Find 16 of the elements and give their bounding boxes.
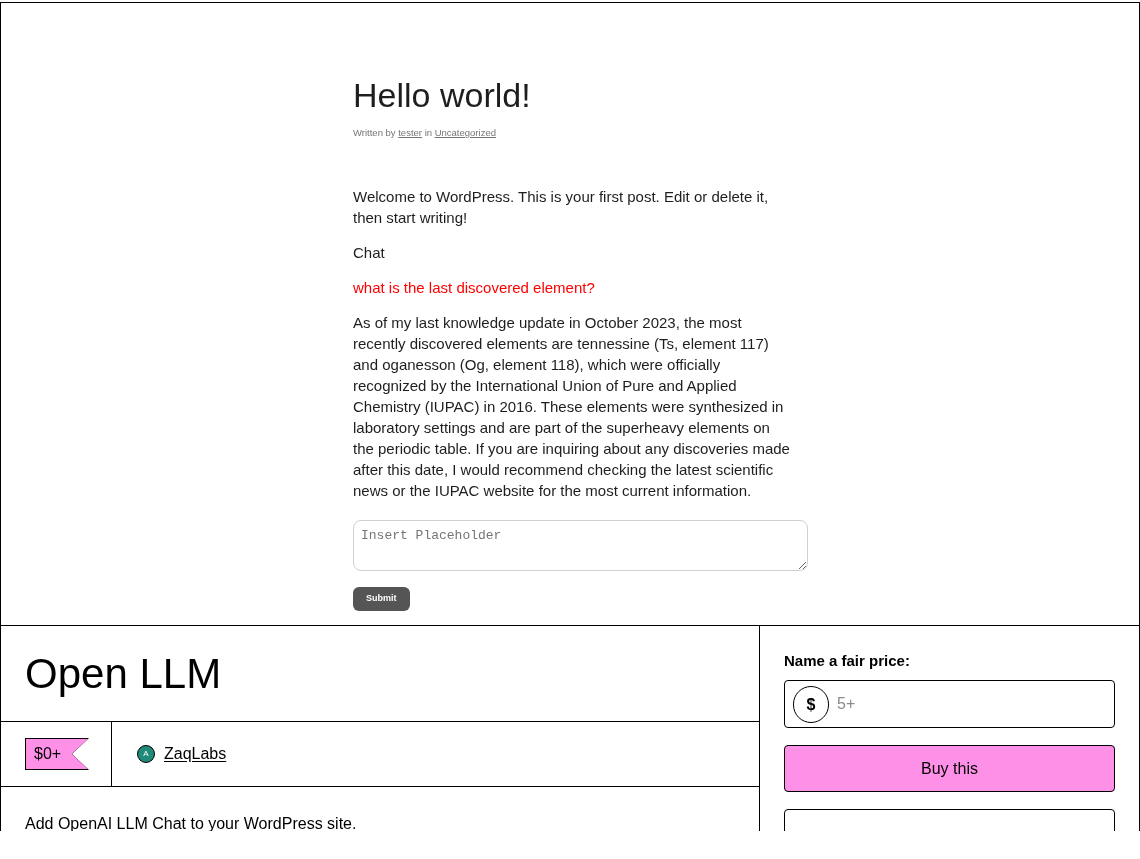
category-link[interactable]: Uncategorized bbox=[434, 127, 496, 138]
chat-answer: As of my last knowledge update in October 2023, the most recently discovered elements are tennessine (Ts, element 117) and oganesson (Og, element 118), which were officially recognized by the International Union of Pure and Applied Chemistry (IUPAC) in 2016. These elements were synthesized in laboratory settings and are part of the superheavy elements on the periodic table. If you are inquiring about any discoveries made after this date, I would recommend checking the latest scientific news or the IUPAC website for the most current information. bbox=[353, 313, 791, 501]
byline: Written by tester in Uncategorized bbox=[353, 126, 497, 140]
buy-button[interactable]: Buy this bbox=[784, 745, 1115, 792]
message-input[interactable]: Insert Placeholder bbox=[353, 520, 808, 571]
price-tag: $0+ bbox=[25, 738, 89, 770]
author-link[interactable]: tester bbox=[398, 127, 422, 138]
creator-link[interactable]: ZaqLabs bbox=[164, 742, 227, 766]
chat-label: Chat bbox=[353, 243, 386, 263]
avatar: A bbox=[137, 745, 155, 763]
product-title: Open LLM bbox=[25, 649, 222, 698]
submit-button[interactable]: Submit bbox=[353, 587, 410, 611]
post-title: Hello world! bbox=[353, 75, 532, 115]
post-paragraph: Welcome to WordPress. This is your first post. Edit or delete it, then start writing! bbox=[353, 187, 770, 228]
price-label: Name a fair price: bbox=[784, 652, 911, 670]
user-question: what is the last discovered element? bbox=[353, 278, 596, 298]
